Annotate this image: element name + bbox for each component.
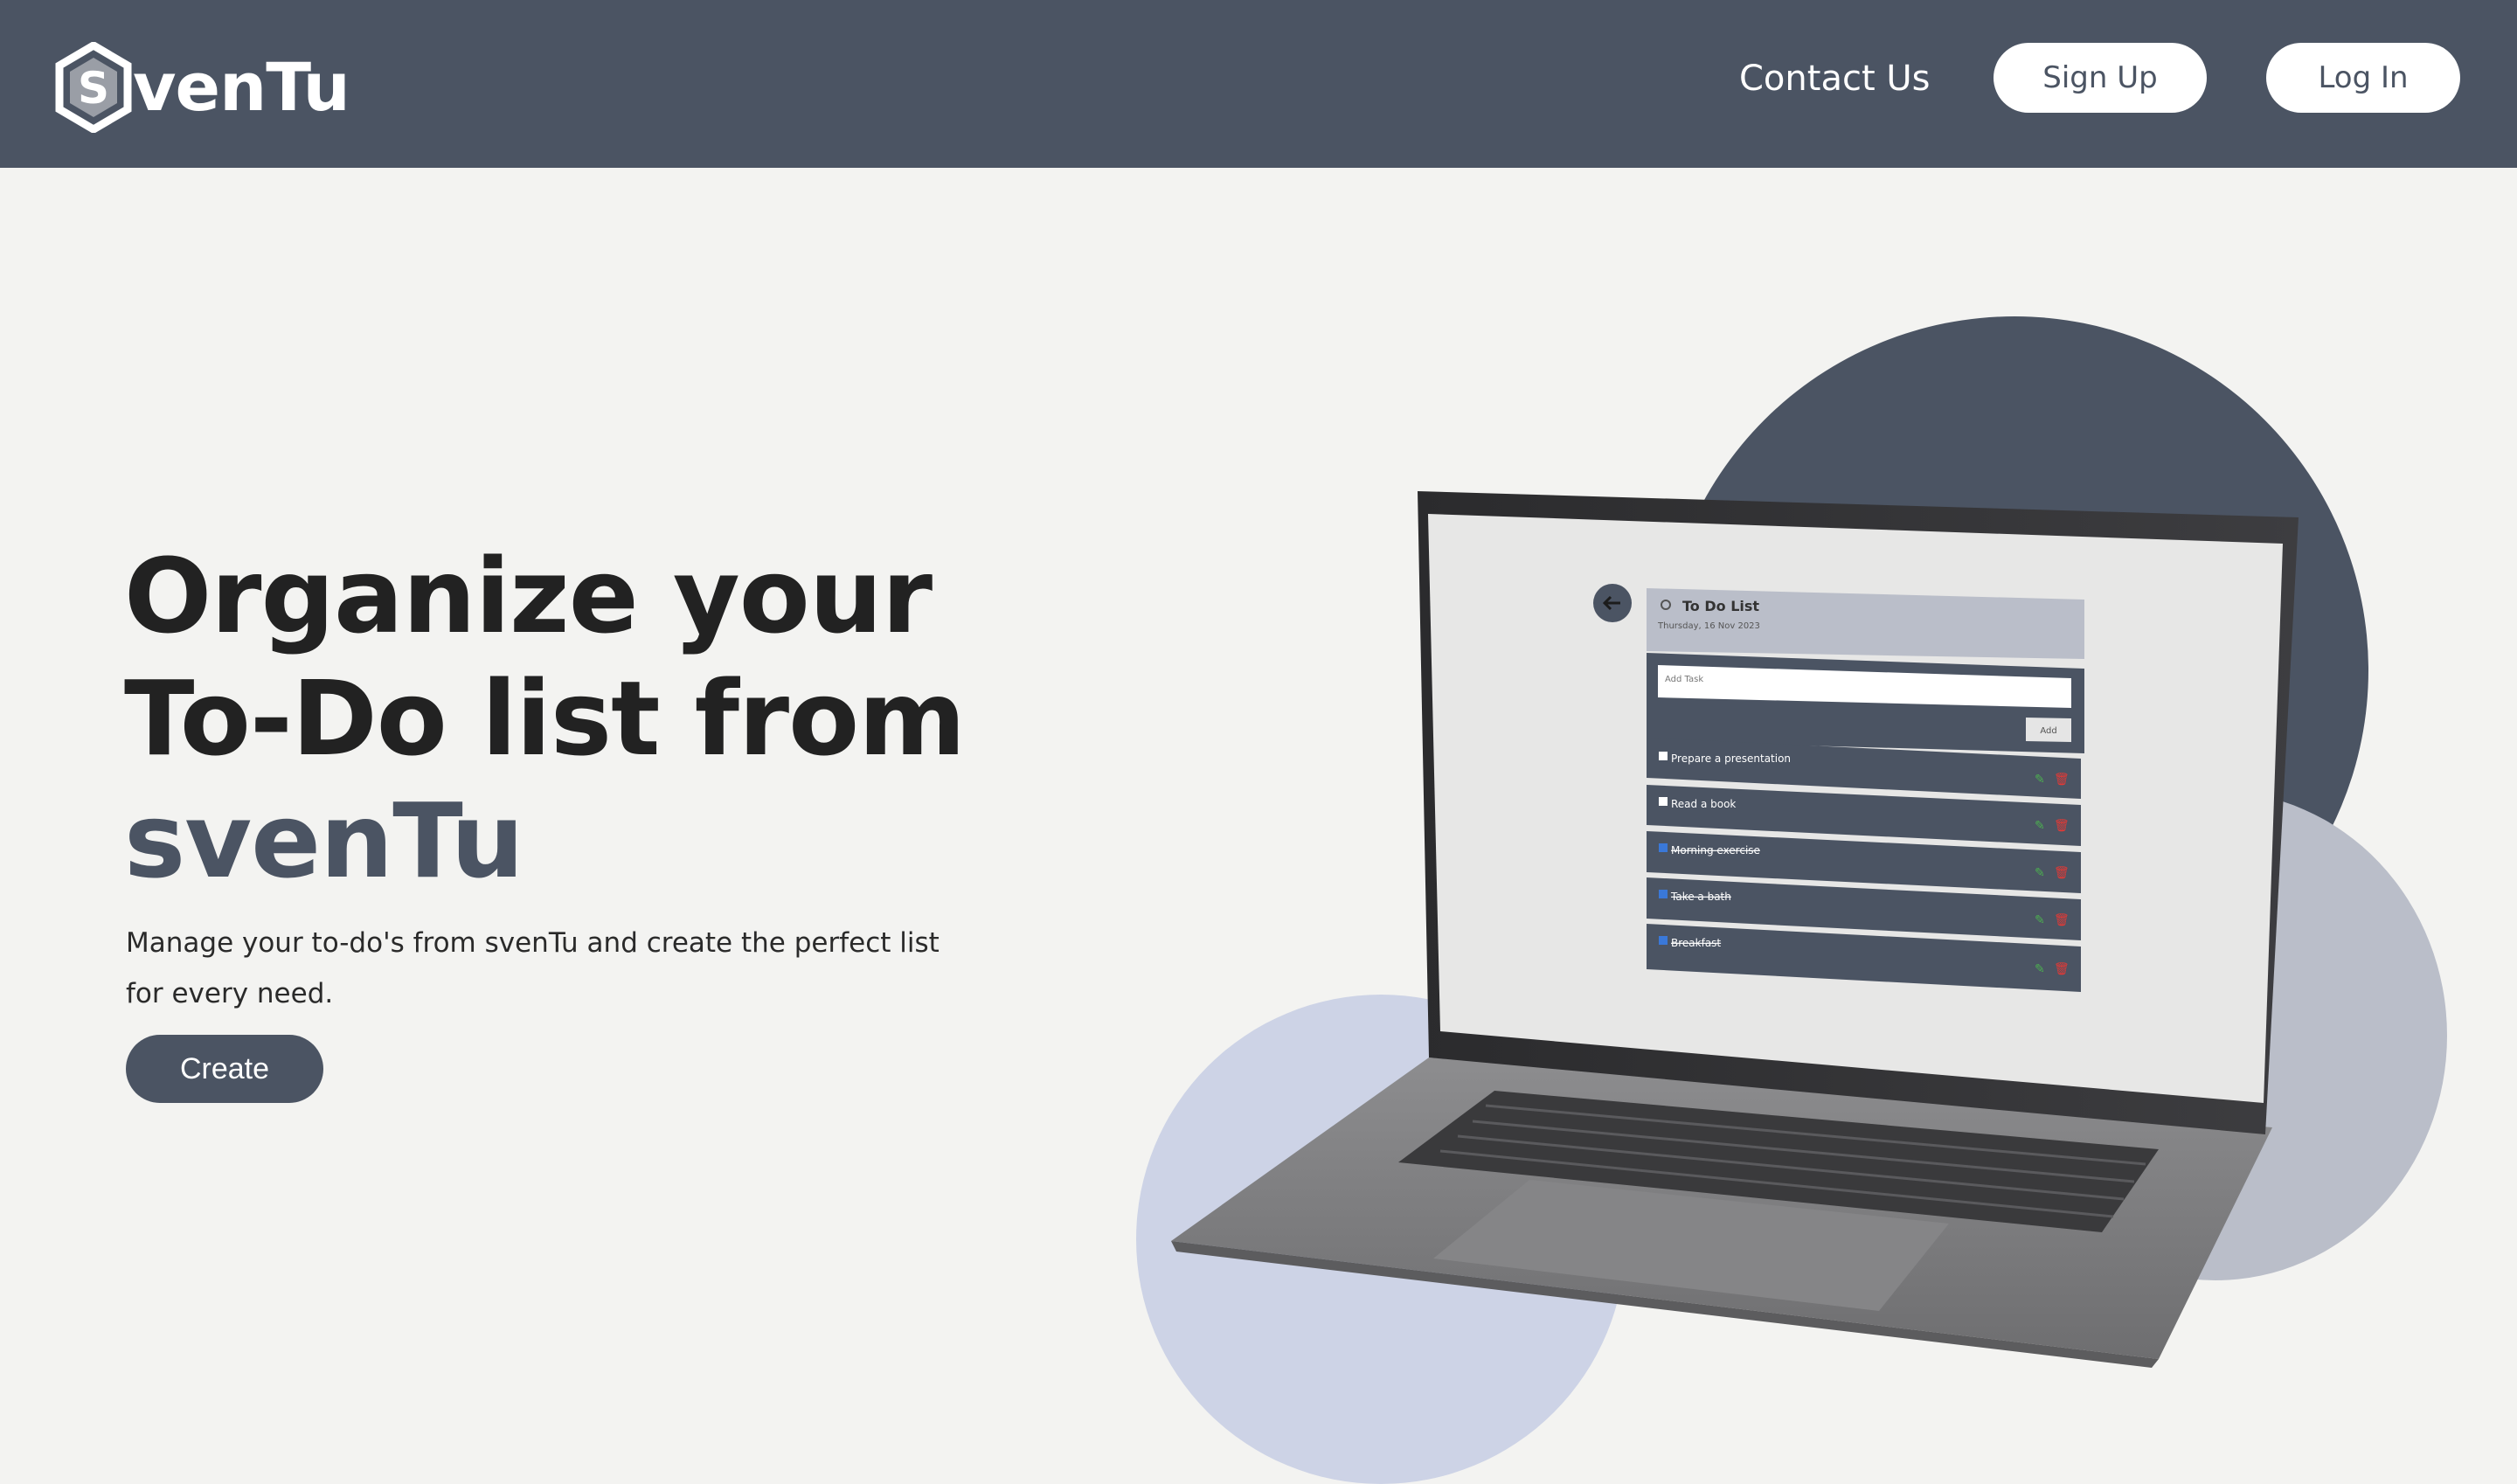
delete-icon[interactable]: 🗑 [2054,913,2070,927]
checkbox-icon[interactable] [1659,797,1668,806]
delete-icon[interactable]: 🗑 [2054,866,2070,880]
create-button[interactable]: Create [126,1035,323,1103]
log-in-button[interactable]: Log In [2266,43,2460,113]
list-item[interactable]: Morning exercise ✎ 🗑 [1647,831,2081,893]
todo-title-card [1647,588,2084,659]
logo-wordmark: venTu [133,48,350,126]
todo-app-title: To Do List [1682,598,1759,614]
laptop-lid [1418,491,2299,1134]
edit-icon[interactable]: ✎ [2035,819,2045,833]
edit-icon[interactable]: ✎ [2035,913,2045,927]
laptop-trackpad [1433,1180,1949,1311]
checkbox-icon[interactable] [1659,843,1668,852]
todo-date: Thursday, 16 Nov 2023 [1657,621,1760,631]
hero-subtitle: Manage your to-do's from svenTu and crea… [126,927,940,1009]
checkbox-icon[interactable] [1659,890,1668,898]
logo-hexagon-icon: S [54,42,133,133]
edit-icon[interactable]: ✎ [2035,962,2045,976]
hero-title: Organize your To-Do list from svenTu [124,535,998,902]
list-item[interactable]: Read a book ✎ 🗑 [1647,785,2081,846]
list-item[interactable]: Prepare a presentation ✎ 🗑 [1647,738,2081,799]
laptop-keyboard [1398,1091,2159,1232]
checkbox-icon[interactable] [1659,752,1668,760]
list-item[interactable]: Breakfast ✎ 🗑 [1647,924,2081,992]
laptop-base [1171,1058,2272,1359]
task-label: Read a book [1671,798,1736,810]
back-arrow-icon [1593,584,1632,622]
logo-letter: S [78,63,109,114]
edit-icon[interactable]: ✎ [2035,773,2045,787]
site-header: S venTu Contact Us Sign Up Log In [0,0,2517,168]
decor-circle-dark [1661,316,2368,1024]
task-label: Take a bath [1670,891,1731,903]
add-task-panel [1647,653,2084,753]
add-task-input[interactable] [1658,665,2071,708]
edit-icon[interactable]: ✎ [2035,866,2045,880]
laptop-screen [1428,514,2283,1103]
hero-title-line1: Organize your [124,536,933,656]
logo[interactable]: S venTu [54,42,350,133]
delete-icon[interactable]: 🗑 [2054,962,2070,976]
add-task-placeholder: Add Task [1665,675,1703,684]
hero-title-brand: svenTu [124,780,524,901]
task-label: Morning exercise [1671,844,1760,856]
task-label: Breakfast [1671,937,1721,949]
sun-icon [1661,600,1671,610]
add-task-button[interactable] [2026,718,2071,742]
task-list: Prepare a presentation ✎ 🗑 Read a book ✎… [1647,738,2081,992]
decor-circle-blue [1136,995,1626,1484]
add-button-label: Add [2040,726,2056,736]
task-label: Prepare a presentation [1671,752,1791,765]
delete-icon[interactable]: 🗑 [2054,773,2070,787]
hero-title-line2: To-Do list from [124,658,966,779]
list-item[interactable]: Take a bath ✎ 🗑 [1647,877,2081,940]
decor-circle-grey [1984,791,2447,1280]
sign-up-button[interactable]: Sign Up [1993,43,2207,113]
checkbox-icon[interactable] [1659,936,1668,945]
contact-us-link[interactable]: Contact Us [1739,54,1930,103]
delete-icon[interactable]: 🗑 [2054,819,2070,833]
